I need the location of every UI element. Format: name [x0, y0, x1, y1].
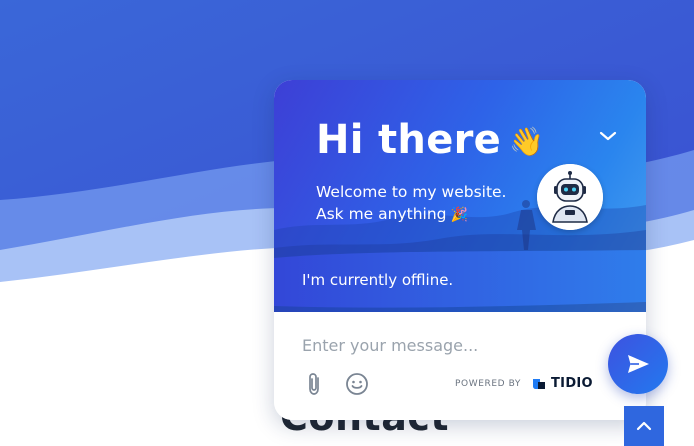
message-input[interactable]: [302, 332, 552, 358]
welcome-line-1: Welcome to my website.: [316, 183, 507, 201]
greeting-title: Hi there 👋: [316, 118, 544, 162]
tidio-logo-icon: [533, 378, 546, 389]
chevron-up-icon: [636, 421, 652, 431]
attach-button[interactable]: [304, 372, 326, 396]
composer: POWERED BY TIDIO: [274, 312, 646, 420]
scroll-to-top-button[interactable]: [624, 406, 664, 446]
tidio-brand: TIDIO: [531, 376, 593, 391]
robot-icon: [537, 164, 603, 230]
send-button[interactable]: [608, 334, 668, 394]
welcome-message: Welcome to my website. Ask me anything 🎉: [316, 181, 507, 226]
smiley-icon: [346, 373, 368, 395]
operator-avatar: [537, 164, 603, 230]
powered-by[interactable]: POWERED BY TIDIO: [455, 376, 593, 391]
status-text: I'm currently offline.: [302, 271, 454, 289]
party-emoji: 🎉: [450, 207, 468, 223]
paperclip-icon: [309, 373, 319, 395]
widget-header: Hi there 👋 Welcome to my website. Ask me …: [274, 80, 646, 312]
chevron-down-icon: [599, 131, 617, 141]
tidio-brand-text: TIDIO: [551, 376, 593, 391]
send-icon: [628, 355, 649, 373]
collapse-button[interactable]: [596, 124, 620, 148]
powered-by-label: POWERED BY: [455, 378, 522, 389]
wave-emoji: 👋: [509, 124, 545, 158]
welcome-line-2: Ask me anything: [316, 205, 447, 223]
emoji-button[interactable]: [345, 372, 369, 396]
greeting-text: Hi there: [316, 117, 502, 163]
chat-widget: Hi there 👋 Welcome to my website. Ask me …: [274, 80, 646, 420]
